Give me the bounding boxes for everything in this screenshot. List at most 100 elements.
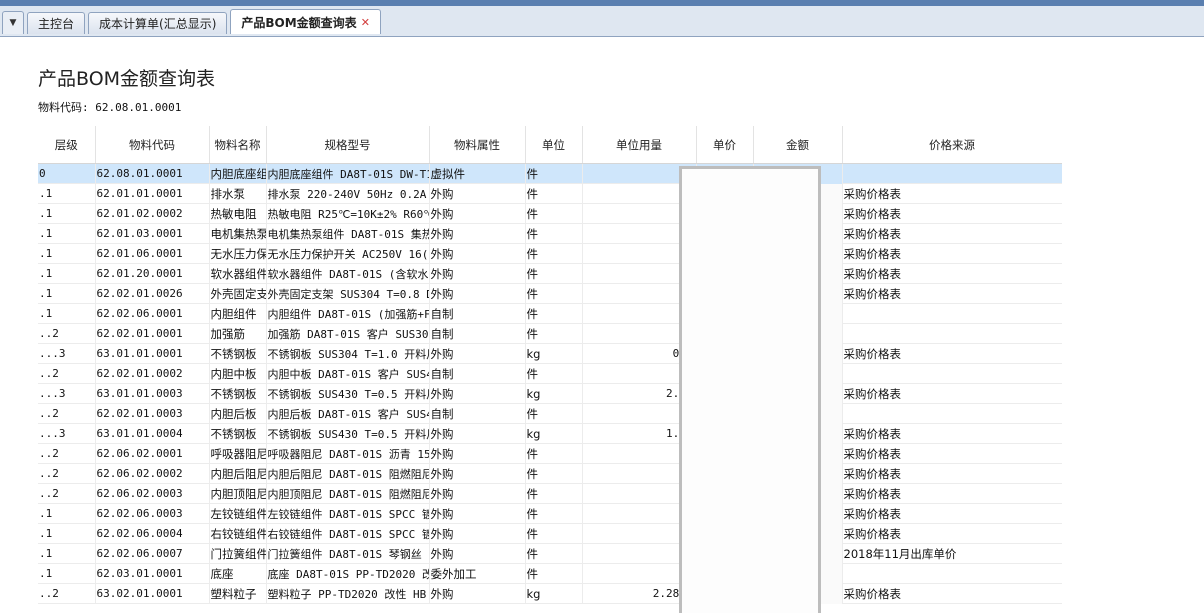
table-row[interactable]: ..2 62.02.01.0002 内胆中板 内胆中板 DA8T-01S 客户 SUS… [38, 363, 1062, 384]
cell-level[interactable]: .1 [38, 263, 96, 284]
cell-attr[interactable]: 外购 [429, 203, 526, 224]
cell-src[interactable]: 采购价格表 [842, 283, 1062, 304]
cell-code[interactable]: 62.02.01.0003 [95, 403, 210, 424]
cell-spec[interactable]: 左铰链组件 DA8T-01S SPCC 镀 [266, 503, 430, 524]
cell-unit[interactable]: 件 [525, 463, 583, 484]
cell-unit[interactable]: kg [525, 583, 583, 604]
table-row[interactable]: ..2 62.02.01.0003 内胆后板 内胆后板 DA8T-01S 客户 SUS… [38, 403, 1062, 424]
cell-spec[interactable]: 软水器组件 DA8T-01S (含软水 [266, 263, 430, 284]
cell-spec[interactable]: 内胆后板 DA8T-01S 客户 SUS4 [266, 403, 430, 424]
cell-level[interactable]: .1 [38, 543, 96, 564]
cell-code[interactable]: 63.01.01.0003 [95, 383, 210, 404]
cell-spec[interactable]: 内胆顶阻尼 DA8T-01S 阻燃阻尼 [266, 483, 430, 504]
cell-src[interactable] [842, 563, 1062, 584]
table-row[interactable]: ..2 62.02.01.0001 加强筋 加强筋 DA8T-01S 客户 SUS30… [38, 323, 1062, 344]
cell-attr[interactable]: 虚拟件 [429, 163, 526, 184]
cell-unit[interactable]: 件 [525, 163, 583, 184]
cell-unit[interactable]: 件 [525, 183, 583, 204]
cell-name[interactable]: 右铰链组件 [209, 523, 267, 544]
cell-name[interactable]: 无水压力保 [209, 243, 267, 264]
cell-code[interactable]: 62.02.01.0002 [95, 363, 210, 384]
cell-spec[interactable]: 内胆后阻尼 DA8T-01S 阻燃阻尼 [266, 463, 430, 484]
table-row[interactable]: ...3 63.01.01.0004 不锈钢板 不锈钢板 SUS430 T=0.5 开… [38, 423, 1062, 444]
cell-code[interactable]: 62.02.06.0001 [95, 303, 210, 324]
cell-level[interactable]: .1 [38, 303, 96, 324]
cell-code[interactable]: 62.06.02.0003 [95, 483, 210, 504]
cell-code[interactable]: 62.01.03.0001 [95, 223, 210, 244]
column-header[interactable]: 物料名称 [209, 126, 267, 164]
cell-attr[interactable]: 外购 [429, 443, 526, 464]
cell-spec[interactable]: 不锈钢板 SUS304 T=1.0 开料尺 [266, 343, 430, 364]
cell-unit[interactable]: 件 [525, 443, 583, 464]
cell-code[interactable]: 62.01.06.0001 [95, 243, 210, 264]
cell-attr[interactable]: 外购 [429, 423, 526, 444]
cell-attr[interactable]: 自制 [429, 403, 526, 424]
tab-main-console[interactable]: 主控台 [27, 12, 86, 34]
cell-level[interactable]: .1 [38, 503, 96, 524]
cell-src[interactable] [842, 303, 1062, 324]
cell-spec[interactable]: 呼吸器阻尼 DA8T-01S 沥青 15 [266, 443, 430, 464]
cell-spec[interactable]: 右铰链组件 DA8T-01S SPCC 镀 [266, 523, 430, 544]
cell-level[interactable]: ..2 [38, 443, 96, 464]
cell-spec[interactable]: 外壳固定支架 SUS304 T=0.8 D [266, 283, 430, 304]
cell-code[interactable]: 62.02.06.0003 [95, 503, 210, 524]
cell-name[interactable]: 左铰链组件 [209, 503, 267, 524]
cell-unit[interactable]: kg [525, 423, 583, 444]
cell-src[interactable]: 采购价格表 [842, 503, 1062, 524]
table-row[interactable]: .1 62.02.06.0004 右铰链组件 右铰链组件 DA8T-01S SPCC … [38, 523, 1062, 544]
cell-code[interactable]: 62.02.01.0026 [95, 283, 210, 304]
cell-src[interactable]: 采购价格表 [842, 383, 1062, 404]
cell-unit[interactable]: 件 [525, 323, 583, 344]
cell-attr[interactable]: 外购 [429, 383, 526, 404]
cell-level[interactable]: 0 [38, 163, 96, 184]
cell-spec[interactable]: 底座 DA8T-01S PP-TD2020 改性 [266, 563, 430, 584]
cell-attr[interactable]: 外购 [429, 223, 526, 244]
cell-src[interactable] [842, 363, 1062, 384]
cell-name[interactable]: 内胆中板 [209, 363, 267, 384]
cell-name[interactable]: 门拉簧组件 [209, 543, 267, 564]
cell-unit[interactable]: 件 [525, 283, 583, 304]
table-row[interactable]: .1 62.02.06.0003 左铰链组件 左铰链组件 DA8T-01S SPCC … [38, 503, 1062, 524]
table-row[interactable]: .1 62.01.01.0001 排水泵 排水泵 220-240V 50Hz 0.2A… [38, 183, 1062, 204]
cell-attr[interactable]: 外购 [429, 543, 526, 564]
cell-attr[interactable]: 外购 [429, 183, 526, 204]
cell-name[interactable]: 排水泵 [209, 183, 267, 204]
cell-src[interactable]: 采购价格表 [842, 463, 1062, 484]
cell-level[interactable]: .1 [38, 243, 96, 264]
cell-attr[interactable]: 外购 [429, 283, 526, 304]
cell-code[interactable]: 62.06.02.0001 [95, 443, 210, 464]
table-row[interactable]: 0 62.08.01.0001 内胆底座组 内胆底座组件 DA8T-01S DW-T1… [38, 163, 1062, 184]
column-header[interactable]: 规格型号 [266, 126, 430, 164]
cell-spec[interactable]: 内胆中板 DA8T-01S 客户 SUS4 [266, 363, 430, 384]
cell-level[interactable]: ...3 [38, 343, 96, 364]
cell-code[interactable]: 62.01.20.0001 [95, 263, 210, 284]
cell-spec[interactable]: 排水泵 220-240V 50Hz 0.2A 3 [266, 183, 430, 204]
cell-code[interactable]: 62.01.02.0002 [95, 203, 210, 224]
tab-bom-amount-query[interactable]: 产品BOM金额查询表 ✕ [230, 9, 381, 34]
cell-name[interactable]: 底座 [209, 563, 267, 584]
cell-name[interactable]: 加强筋 [209, 323, 267, 344]
cell-level[interactable]: ..2 [38, 403, 96, 424]
cell-attr[interactable]: 外购 [429, 463, 526, 484]
cell-attr[interactable]: 外购 [429, 483, 526, 504]
column-header[interactable]: 价格来源 [842, 126, 1062, 164]
table-row[interactable]: ...3 63.01.01.0003 不锈钢板 不锈钢板 SUS430 T=0.5 开… [38, 383, 1062, 404]
column-header[interactable]: 单位用量 [582, 126, 697, 164]
cell-level[interactable]: ...3 [38, 383, 96, 404]
cell-level[interactable]: .1 [38, 203, 96, 224]
cell-unit[interactable]: 件 [525, 263, 583, 284]
column-header[interactable]: 物料属性 [429, 126, 526, 164]
cell-unit[interactable]: 件 [525, 303, 583, 324]
table-row[interactable]: .1 62.02.06.0007 门拉簧组件 门拉簧组件 DA8T-01S 琴钢丝 外购… [38, 543, 1062, 564]
cell-unit[interactable]: kg [525, 383, 583, 404]
cell-code[interactable]: 62.01.01.0001 [95, 183, 210, 204]
table-row[interactable]: ..2 62.06.02.0001 呼吸器阻尼 呼吸器阻尼 DA8T-01S 沥青 1… [38, 443, 1062, 464]
table-row[interactable]: .1 62.02.06.0001 内胆组件 内胆组件 DA8T-01S (加强筋+F 自… [38, 303, 1062, 324]
cell-unit[interactable]: 件 [525, 403, 583, 424]
cell-src[interactable]: 2018年11月出库单价 [842, 543, 1062, 564]
cell-name[interactable]: 内胆后阻尼 [209, 463, 267, 484]
cell-src[interactable] [842, 323, 1062, 344]
cell-src[interactable]: 采购价格表 [842, 183, 1062, 204]
cell-level[interactable]: .1 [38, 563, 96, 584]
cell-level[interactable]: ...3 [38, 423, 96, 444]
